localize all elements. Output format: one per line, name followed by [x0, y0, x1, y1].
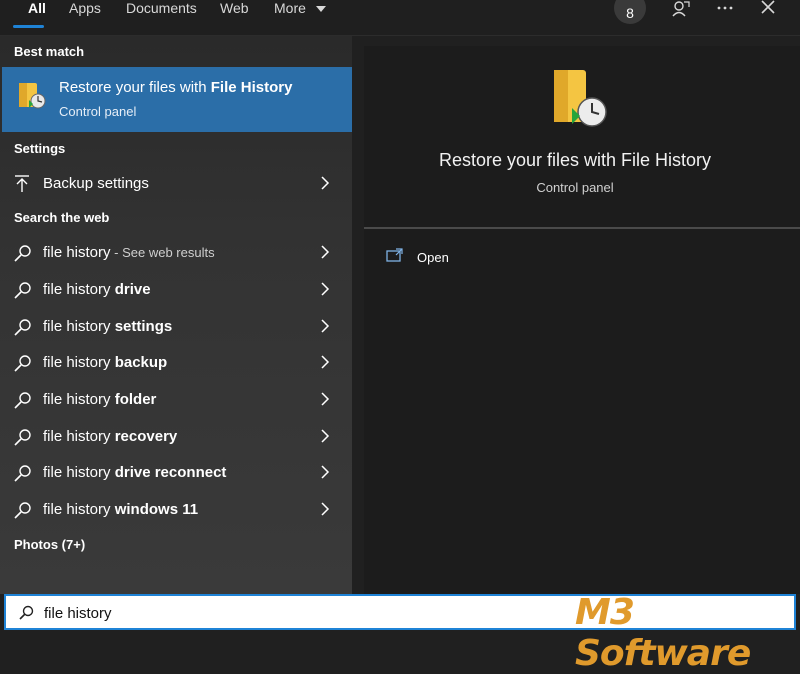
chevron-right-icon: [321, 176, 330, 190]
file-history-folder-icon: [554, 70, 607, 127]
search-tabs-bar: All Apps Documents Web More 8: [0, 0, 800, 36]
web-result-item[interactable]: file history folder: [0, 383, 352, 417]
tab-apps[interactable]: Apps: [69, 0, 101, 18]
settings-item-label: Backup settings: [43, 175, 149, 192]
web-result-item[interactable]: file history backup: [0, 346, 352, 380]
rewards-badge[interactable]: 8: [614, 0, 646, 24]
web-result-item[interactable]: file history recovery: [0, 420, 352, 454]
search-web-header: Search the web: [14, 210, 110, 225]
results-pane: Best match Restore your files with File …: [0, 36, 352, 594]
close-icon[interactable]: [760, 0, 776, 16]
chevron-right-icon: [321, 502, 330, 516]
chevron-down-icon: [315, 6, 326, 13]
preview-subtitle: Control panel: [536, 180, 614, 195]
search-icon: [14, 502, 31, 519]
more-options-icon[interactable]: [716, 0, 734, 14]
best-match-header: Best match: [14, 44, 85, 59]
search-icon: [14, 282, 31, 299]
search-icon: [14, 355, 31, 372]
web-result-item[interactable]: file history - See web results: [0, 236, 352, 270]
chevron-right-icon: [321, 319, 330, 333]
chevron-right-icon: [321, 429, 330, 443]
web-result-item[interactable]: file history drive reconnect: [0, 456, 352, 490]
file-history-folder-icon: [19, 83, 46, 109]
settings-header: Settings: [14, 141, 66, 156]
chevron-right-icon: [321, 355, 330, 369]
photos-header[interactable]: Photos (7+): [14, 537, 85, 552]
chevron-right-icon: [321, 465, 330, 479]
chevron-right-icon: [321, 282, 330, 296]
web-result-item[interactable]: file history drive: [0, 273, 352, 307]
preview-pane: Restore your files with File History Con…: [364, 46, 800, 594]
watermark-logo: M3 Software: [575, 592, 751, 674]
open-action-label: Open: [417, 250, 449, 265]
tab-web[interactable]: Web: [220, 0, 249, 18]
open-action[interactable]: Open: [386, 248, 596, 268]
chevron-right-icon: [321, 245, 330, 259]
best-match-title: Restore your files with File History: [59, 79, 293, 96]
open-window-icon: [386, 248, 403, 262]
search-icon: [14, 245, 31, 262]
search-icon: [14, 429, 31, 446]
tab-more[interactable]: More: [274, 0, 326, 18]
feedback-icon[interactable]: [672, 0, 690, 18]
web-result-item[interactable]: file history windows 11: [0, 493, 352, 527]
search-icon: [14, 465, 31, 482]
backup-arrow-icon: [15, 175, 29, 192]
search-input[interactable]: [42, 601, 546, 625]
best-match-item[interactable]: Restore your files with File History Con…: [2, 67, 352, 132]
tab-all[interactable]: All: [28, 0, 46, 18]
search-icon: [19, 605, 34, 620]
chevron-right-icon: [321, 392, 330, 406]
divider: [364, 227, 800, 229]
tab-documents[interactable]: Documents: [126, 0, 197, 18]
preview-title: Restore your files with File History: [438, 150, 712, 170]
search-icon: [14, 319, 31, 336]
best-match-subtitle: Control panel: [59, 104, 137, 119]
search-icon: [14, 392, 31, 409]
settings-item-backup[interactable]: Backup settings: [0, 167, 352, 201]
web-result-item[interactable]: file history settings: [0, 310, 352, 344]
active-tab-indicator: [13, 25, 44, 28]
